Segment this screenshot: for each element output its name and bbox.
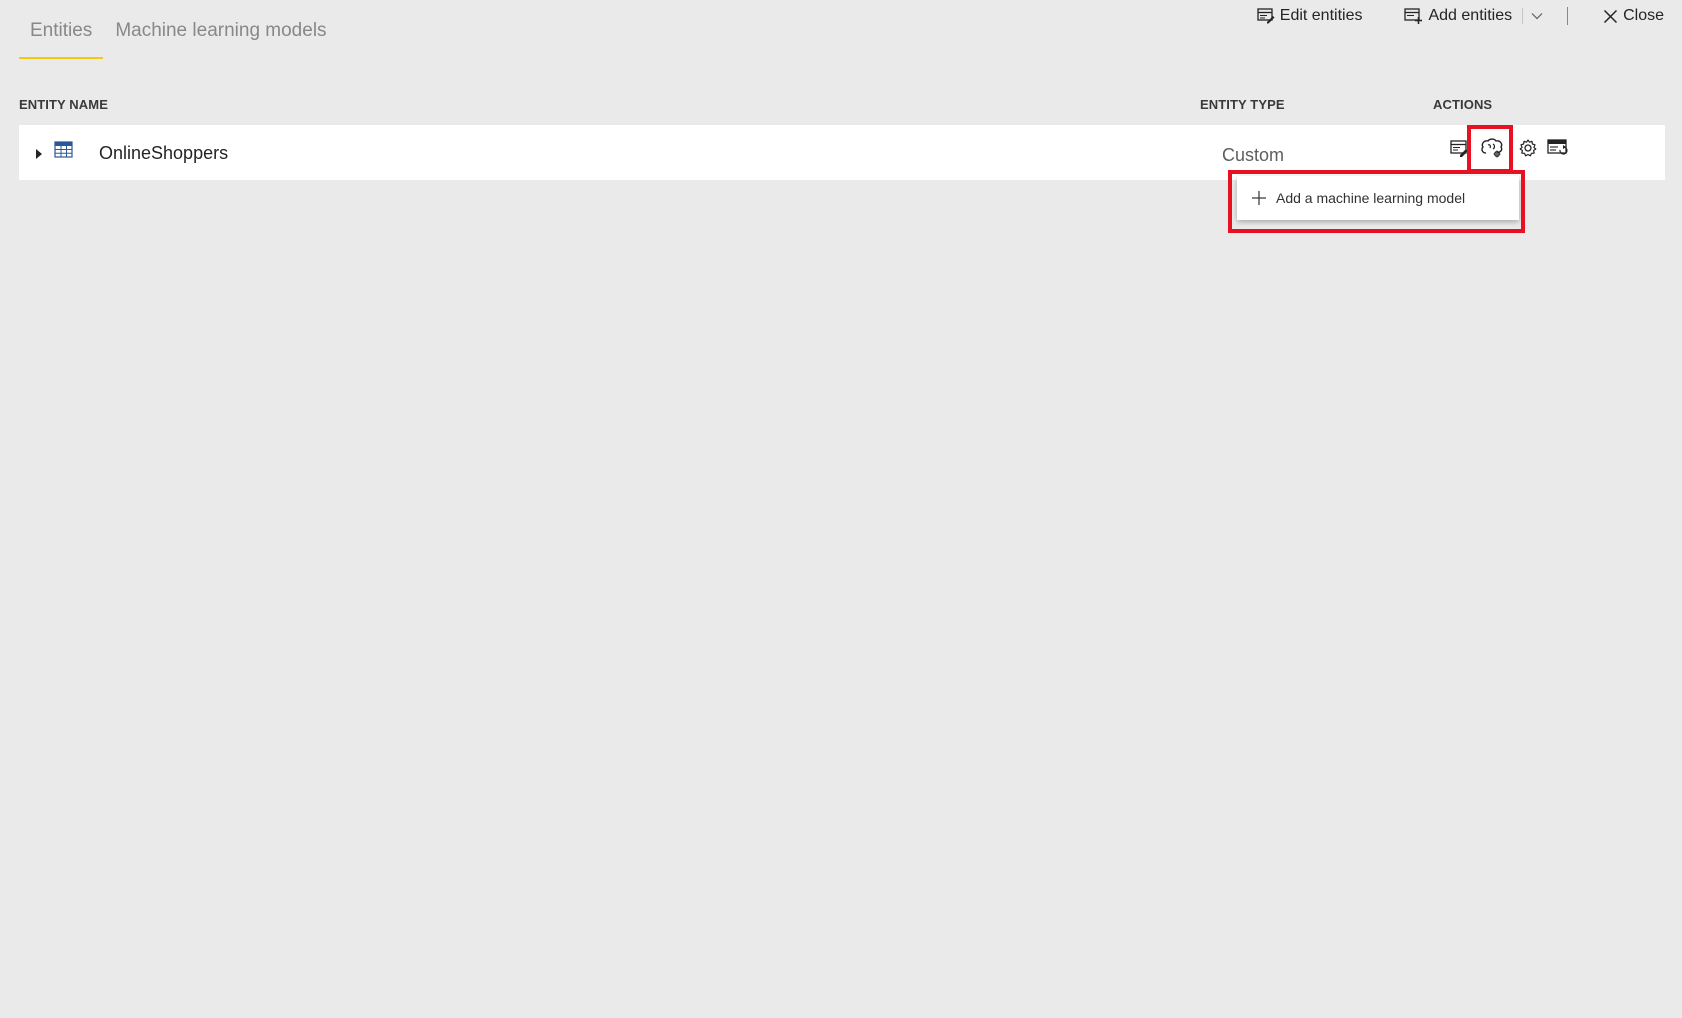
- tab-entities[interactable]: Entities: [19, 14, 104, 59]
- edit-entities-button[interactable]: Edit entities: [1257, 7, 1363, 25]
- edit-entities-label: Edit entities: [1279, 7, 1363, 24]
- toolbar-separator: [1567, 7, 1569, 25]
- expand-row-button[interactable]: [35, 147, 43, 165]
- close-button[interactable]: Close: [1603, 7, 1664, 25]
- table-icon: [54, 141, 73, 158]
- incremental-refresh-icon: [1547, 139, 1568, 155]
- incremental-refresh-button[interactable]: [1547, 139, 1568, 162]
- settings-button[interactable]: [1519, 139, 1537, 162]
- ai-insights-highlight: [1467, 125, 1513, 173]
- add-entities-label: Add entities: [1428, 7, 1513, 24]
- edit-entities-icon: [1257, 8, 1275, 24]
- close-icon: [1604, 9, 1618, 23]
- expand-caret-icon: [36, 149, 42, 159]
- toolbar: Edit entities Add entities Close: [1257, 5, 1664, 27]
- column-header-entity-type: ENTITY TYPE: [1200, 97, 1285, 112]
- add-entities-button[interactable]: Add entities: [1404, 7, 1512, 25]
- tab-machine-learning-models[interactable]: Machine learning models: [104, 14, 337, 59]
- column-header-entity-name: ENTITY NAME: [19, 97, 108, 112]
- add-entities-icon: [1404, 8, 1423, 24]
- column-header-actions: ACTIONS: [1433, 97, 1493, 112]
- add-entities-dropdown[interactable]: [1531, 12, 1543, 20]
- entity-name[interactable]: OnlineShoppers: [99, 143, 228, 164]
- split-divider: [1522, 8, 1524, 24]
- close-label: Close: [1623, 7, 1664, 24]
- chevron-down-icon: [1531, 13, 1543, 20]
- menu-highlight: [1228, 170, 1525, 233]
- tab-bar: Entities Machine learning models: [19, 14, 339, 59]
- settings-icon: [1519, 139, 1537, 157]
- entity-type: Custom: [1222, 145, 1285, 165]
